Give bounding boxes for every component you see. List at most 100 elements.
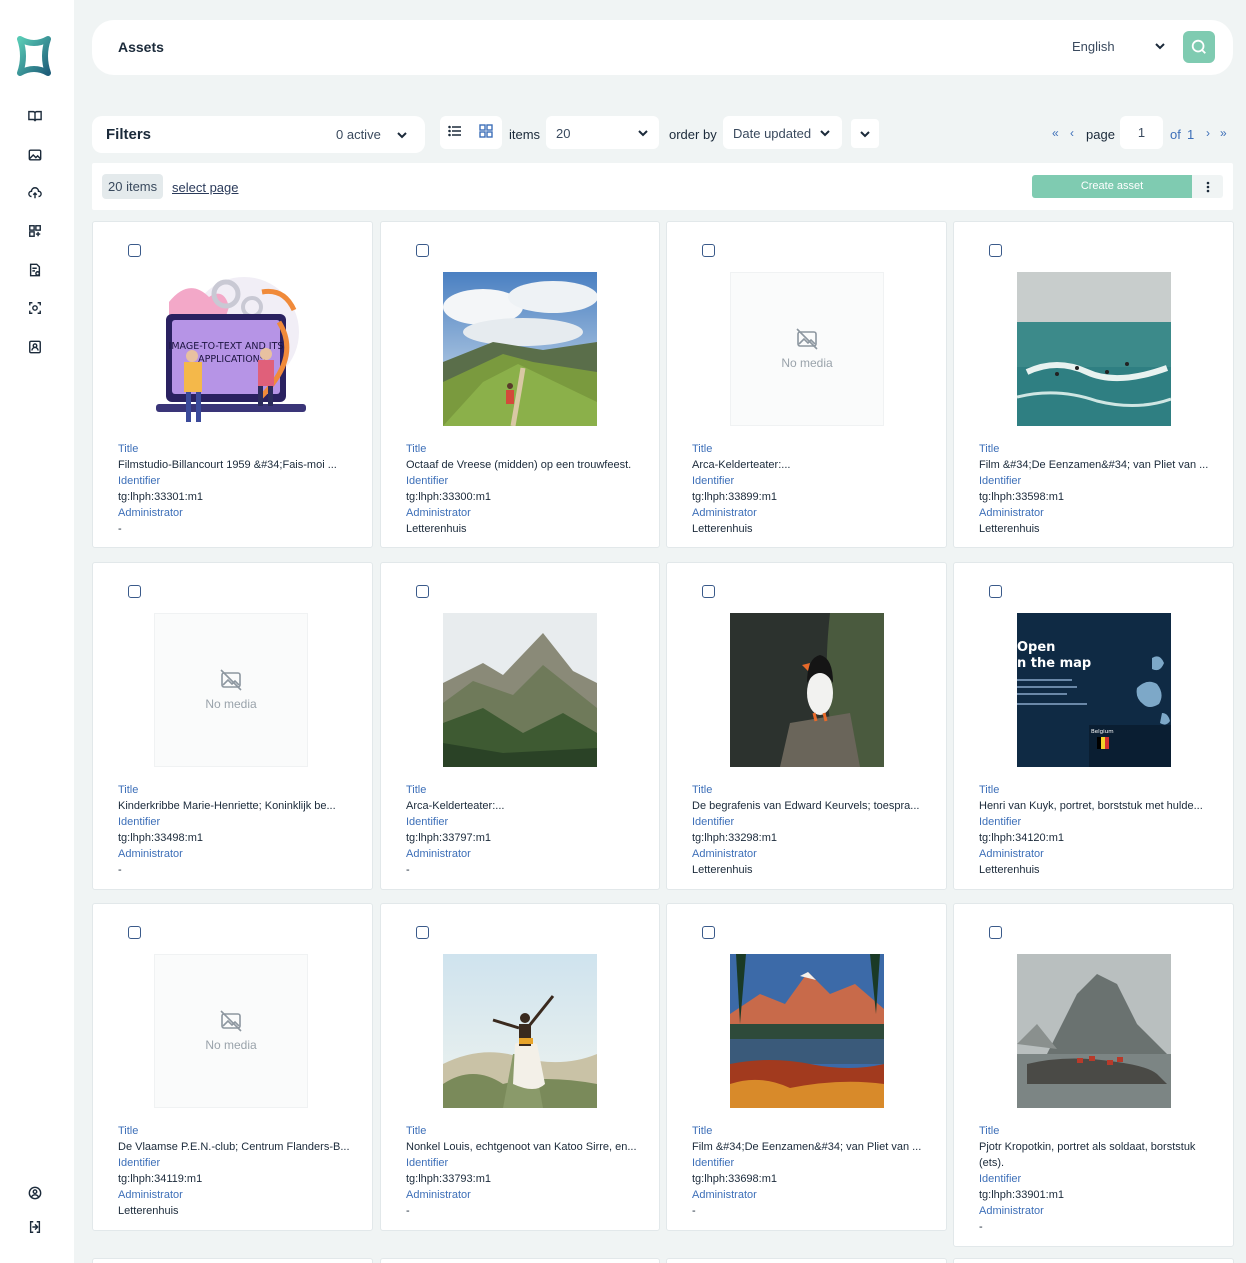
asset-meta: Title Film &#34;De Eenzamen&#34; van Plie… [979,441,1219,537]
chevron-down-icon[interactable] [396,129,408,141]
asset-meta: Title Arca-Kelderteater:... Identifier tg:l… [406,782,645,878]
asset-administrator: Letterenhuis [406,523,467,535]
asset-card[interactable]: No media Title De Vlaamse P.E.N.-club; Cen… [92,903,373,1231]
title-label: Title [979,443,1000,455]
chevron-down-icon[interactable] [1154,40,1166,52]
of-label: of [1170,127,1181,142]
administrator-label: Administrator [118,507,183,519]
asset-thumbnail: IMAGE-TO-TEXT AND ITS APPLICATIONS [154,272,308,426]
page-number-input[interactable]: 1 [1120,116,1163,149]
identifier-label: Identifier [118,1157,161,1169]
grid-add-icon[interactable] [27,223,43,239]
select-checkbox[interactable] [702,585,715,598]
administrator-label: Administrator [979,507,1044,519]
asset-card[interactable]: No media Title Kinderkribbe Marie-Henriett… [92,562,373,890]
administrator-label: Administrator [692,507,757,519]
asset-administrator: - [406,864,410,876]
asset-card[interactable] [666,1258,947,1263]
select-checkbox[interactable] [989,244,1002,257]
total-pages: 1 [1187,127,1195,142]
asset-meta: Title Henri van Kuyk, portret, borststuk … [979,782,1219,878]
order-by-select[interactable]: Date updated [723,116,842,149]
select-checkbox[interactable] [989,585,1002,598]
item-count-badge: 20 items [102,174,164,199]
title-label: Title [118,784,139,796]
contact-card-icon[interactable] [27,339,43,355]
select-checkbox[interactable] [416,244,429,257]
next-page-icon[interactable]: › [1206,126,1210,140]
select-page-link[interactable]: select page [172,180,239,195]
select-checkbox[interactable] [702,244,715,257]
asset-title: Film &#34;De Eenzamen&#34; van Pliet van… [979,459,1209,471]
items-per-page-value: 20 [556,126,571,141]
identifier-label: Identifier [692,1157,735,1169]
asset-card[interactable] [92,1258,373,1263]
select-checkbox[interactable] [416,926,429,939]
identifier-label: Identifier [406,1157,449,1169]
asset-card[interactable]: IMAGE-TO-TEXT AND ITS APPLICATIONS Title… [92,221,373,548]
asset-card[interactable]: Title Octaaf de Vreese (midden) op een tr… [380,221,660,548]
upload-cloud-icon[interactable] [27,185,43,201]
select-checkbox[interactable] [702,926,715,939]
asset-administrator: - [406,1205,410,1217]
asset-card[interactable] [953,1258,1234,1263]
asset-card[interactable]: Title De begrafenis van Edward Keurvels; … [666,562,947,890]
asset-meta: Title Nonkel Louis, echtgenoot van Katoo … [406,1123,645,1219]
select-checkbox[interactable] [128,244,141,257]
search-button[interactable] [1183,31,1215,63]
grid-icon [479,124,493,138]
asset-card[interactable]: Title Film &#34;De Eenzamen&#34; van Plie… [666,903,947,1231]
asset-meta: Title De begrafenis van Edward Keurvels; … [692,782,932,878]
asset-title: Film &#34;De Eenzamen&#34; van Pliet van… [692,1141,922,1153]
administrator-label: Administrator [692,1189,757,1201]
asset-identifier: tg:lhph:33301:m1 [118,491,204,503]
more-actions-button[interactable] [1192,175,1223,198]
asset-card[interactable]: Title Pjotr Kropotkin, portret als soldaa… [953,903,1234,1247]
asset-card[interactable] [380,1258,660,1263]
asset-meta: Title De Vlaamse P.E.N.-club; Centrum Fla… [118,1123,358,1219]
last-page-icon[interactable]: » [1220,126,1227,140]
select-checkbox[interactable] [416,585,429,598]
list-view-button[interactable] [448,124,464,140]
title-label: Title [692,443,713,455]
more-vertical-icon [1206,181,1209,192]
title-label: Title [406,1125,427,1137]
focus-frame-icon[interactable] [27,300,43,316]
identifier-label: Identifier [979,475,1022,487]
items-per-page-select[interactable]: 20 [546,116,659,149]
first-page-icon[interactable]: « [1052,126,1059,140]
select-checkbox[interactable] [128,585,141,598]
asset-administrator: Letterenhuis [692,864,753,876]
asset-thumbnail [443,272,597,426]
administrator-label: Administrator [406,848,471,860]
asset-title: Arca-Kelderteater:... [406,800,505,812]
title-label: Title [118,1125,139,1137]
grid-view-button[interactable] [479,124,495,140]
asset-identifier: tg:lhph:34120:m1 [979,832,1065,844]
sort-direction-button[interactable] [851,119,879,148]
language-select[interactable]: English [1072,39,1115,54]
book-icon[interactable] [27,108,43,124]
asset-card[interactable]: Title Nonkel Louis, echtgenoot van Katoo … [380,903,660,1231]
select-checkbox[interactable] [128,926,141,939]
prev-page-icon[interactable]: ‹ [1070,126,1074,140]
asset-administrator: Letterenhuis [692,523,753,535]
asset-administrator: Letterenhuis [118,1205,179,1217]
asset-card[interactable]: Title Arca-Kelderteater:... Identifier tg:l… [380,562,660,890]
asset-card[interactable]: Open n the map Belgium Title Henri van Ku… [953,562,1234,890]
asset-thumbnail [443,954,597,1108]
filters-active-count: 0 active [336,127,381,142]
user-circle-icon[interactable] [27,1185,43,1201]
document-settings-icon[interactable] [27,262,43,278]
no-media-label: No media [205,1038,257,1052]
app-logo[interactable] [14,35,54,77]
image-icon[interactable] [27,147,43,163]
asset-identifier: tg:lhph:34119:m1 [118,1173,203,1185]
logout-icon[interactable] [27,1219,43,1235]
create-asset-button[interactable]: Create asset [1032,175,1192,198]
asset-card[interactable]: No media Title Arca-Kelderteater:... Identi… [666,221,947,548]
asset-card[interactable]: Title Film &#34;De Eenzamen&#34; van Plie… [953,221,1234,548]
asset-administrator: Letterenhuis [979,523,1040,535]
filters-panel-toggle[interactable]: Filters 0 active [92,116,425,153]
select-checkbox[interactable] [989,926,1002,939]
